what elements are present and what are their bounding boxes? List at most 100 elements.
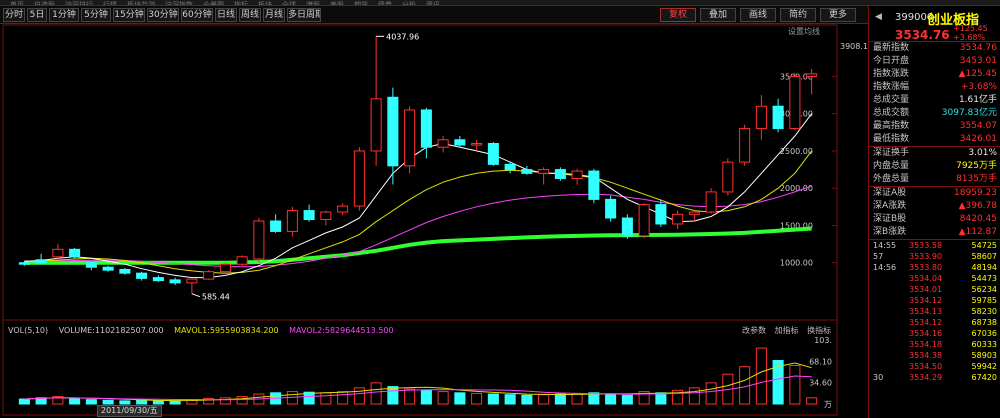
add-indicator-button[interactable]: 加指标: [775, 326, 799, 335]
setting-ma-button[interactable]: 设置均线: [788, 26, 820, 37]
toolbar-button[interactable]: 更多: [820, 8, 856, 22]
period-tab[interactable]: 5日: [27, 8, 47, 22]
tick-volume: 67420: [971, 373, 997, 382]
period-tab[interactable]: 周线: [239, 8, 261, 22]
modify-params-button[interactable]: 改参数: [742, 326, 766, 335]
period-tab[interactable]: 30分钟: [147, 8, 179, 22]
tick-volume: 54473: [971, 274, 997, 283]
stat-label: 指数涨幅: [873, 82, 910, 92]
period-tab[interactable]: 60分钟: [181, 8, 213, 22]
stat-value: +3.68%: [960, 82, 997, 92]
candle-body: [504, 163, 516, 171]
volume-bar: [136, 399, 148, 405]
stat-value: 18959.23: [954, 188, 997, 198]
stat-label: 深A涨跌: [873, 201, 907, 211]
candle-body: [152, 277, 164, 282]
tick-price: 3534.38: [909, 351, 943, 360]
candle-body: [186, 278, 198, 284]
change-pct: +3.68%: [953, 33, 986, 42]
tick-price: 3534.50: [909, 362, 943, 371]
tick-volume: 67036: [971, 329, 997, 338]
stat-value: 8135万手: [956, 174, 997, 184]
toolbar-button[interactable]: 画线: [740, 8, 776, 22]
candle-body: [370, 98, 382, 152]
candle-body: [404, 109, 416, 167]
tick-list[interactable]: 14:55 3533.58 54725 57 3533.90 58607 14:56 3533…: [869, 239, 1000, 383]
stat-row: 深证A股 18959.23: [869, 187, 1000, 200]
volume-bar: [219, 397, 231, 405]
period-tab[interactable]: 15分钟: [113, 8, 145, 22]
volume-bar: [370, 382, 382, 405]
stat-value: ▲125.45: [958, 69, 997, 79]
candle-body: [739, 128, 751, 163]
candle-body: [35, 259, 47, 264]
candle-body: [18, 262, 30, 265]
stat-row: 指数涨跌 ▲125.45: [869, 68, 1000, 81]
candle-body: [169, 279, 181, 284]
stat-value: 1.61亿手: [958, 95, 997, 105]
volume-bar: [18, 398, 30, 405]
period-tab[interactable]: 5分钟: [81, 8, 111, 22]
tick-price: 3533.58: [909, 241, 943, 250]
tick-volume: 56234: [971, 285, 997, 294]
toolbar-button[interactable]: 叠加: [700, 8, 736, 22]
candle-body: [471, 142, 483, 146]
stat-value: ▲396.78: [958, 201, 997, 211]
stat-label: 今日开盘: [873, 56, 910, 66]
candle-body: [772, 105, 784, 130]
tick-volume: 48194: [971, 263, 997, 272]
change-indicator-button[interactable]: 换指标: [807, 326, 831, 335]
quote-stats-turnover: 深证换手 3.01% 内盘总量 7925万手 外盘总量 8135万手: [869, 146, 1000, 186]
volume-bar: [152, 400, 164, 405]
candle-body: [353, 150, 365, 207]
stat-row: 深B涨跌 ▲112.87: [869, 226, 1000, 239]
stat-label: 深证A股: [873, 188, 907, 198]
period-tab[interactable]: 分时: [3, 8, 25, 22]
candle-body: [688, 211, 700, 215]
volume-tick-label: 103.: [814, 336, 832, 345]
toolbar-button[interactable]: 简约: [780, 8, 816, 22]
volume-bar: [437, 391, 449, 405]
period-tab[interactable]: 1分钟: [49, 8, 79, 22]
candle-body: [605, 198, 617, 219]
quote-stats-main: 最新指数 3534.76 今日开盘 3453.01 指数涨跌 ▲125.45 指数涨幅 +3.…: [869, 42, 1000, 146]
volume-bar: [119, 400, 131, 405]
toolbar-button[interactable]: 复权: [660, 8, 696, 22]
stat-row: 深证B股 8420.45: [869, 213, 1000, 226]
period-tab[interactable]: 月线: [263, 8, 285, 22]
tick-row: 57 3533.90 58607: [869, 251, 1000, 262]
kline-chart[interactable]: 3908.133500.003000.002500.002000.001500.…: [0, 24, 868, 418]
stat-row: 今日开盘 3453.01: [869, 55, 1000, 68]
stat-label: 内盘总量: [873, 161, 910, 171]
tick-volume: 58903: [971, 351, 997, 360]
candle-body: [420, 109, 432, 148]
chart-frame: [2, 24, 838, 416]
volume-bar: [404, 388, 416, 405]
tick-price: 3534.13: [909, 307, 943, 316]
candle-body: [52, 248, 64, 258]
period-tab[interactable]: 多日周期: [287, 8, 321, 22]
price-axis-top-label: 3908.13: [840, 42, 868, 51]
candle-body: [85, 262, 97, 268]
vol-label: VOL(5,10): [8, 326, 49, 335]
stat-value: ▲112.87: [958, 227, 997, 237]
volume-value: VOLUME:1102182507.000: [58, 326, 164, 335]
period-tab[interactable]: 日线: [215, 8, 237, 22]
stat-label: 指数涨跌: [873, 69, 910, 79]
tick-row: 3534.50 59942: [869, 361, 1000, 372]
volume-bar: [571, 392, 583, 405]
volume-bar: [521, 394, 533, 405]
mavol2-value: MAVOL2:5829644513.500: [289, 326, 394, 335]
chevron-left-icon[interactable]: ◀: [875, 12, 882, 22]
candle-body: [203, 271, 215, 280]
candle-body: [219, 263, 231, 273]
stat-row: 总成交量 1.61亿手: [869, 94, 1000, 107]
volume-bar: [755, 347, 767, 405]
candle-body: [387, 96, 399, 167]
kline-chart-svg[interactable]: 3908.133500.003000.002500.002000.001500.…: [0, 24, 868, 418]
candle-body: [102, 266, 114, 271]
volume-bar: [705, 382, 717, 405]
candle-body: [806, 73, 818, 77]
tick-price: 3533.90: [909, 252, 943, 261]
volume-bar: [487, 393, 499, 405]
